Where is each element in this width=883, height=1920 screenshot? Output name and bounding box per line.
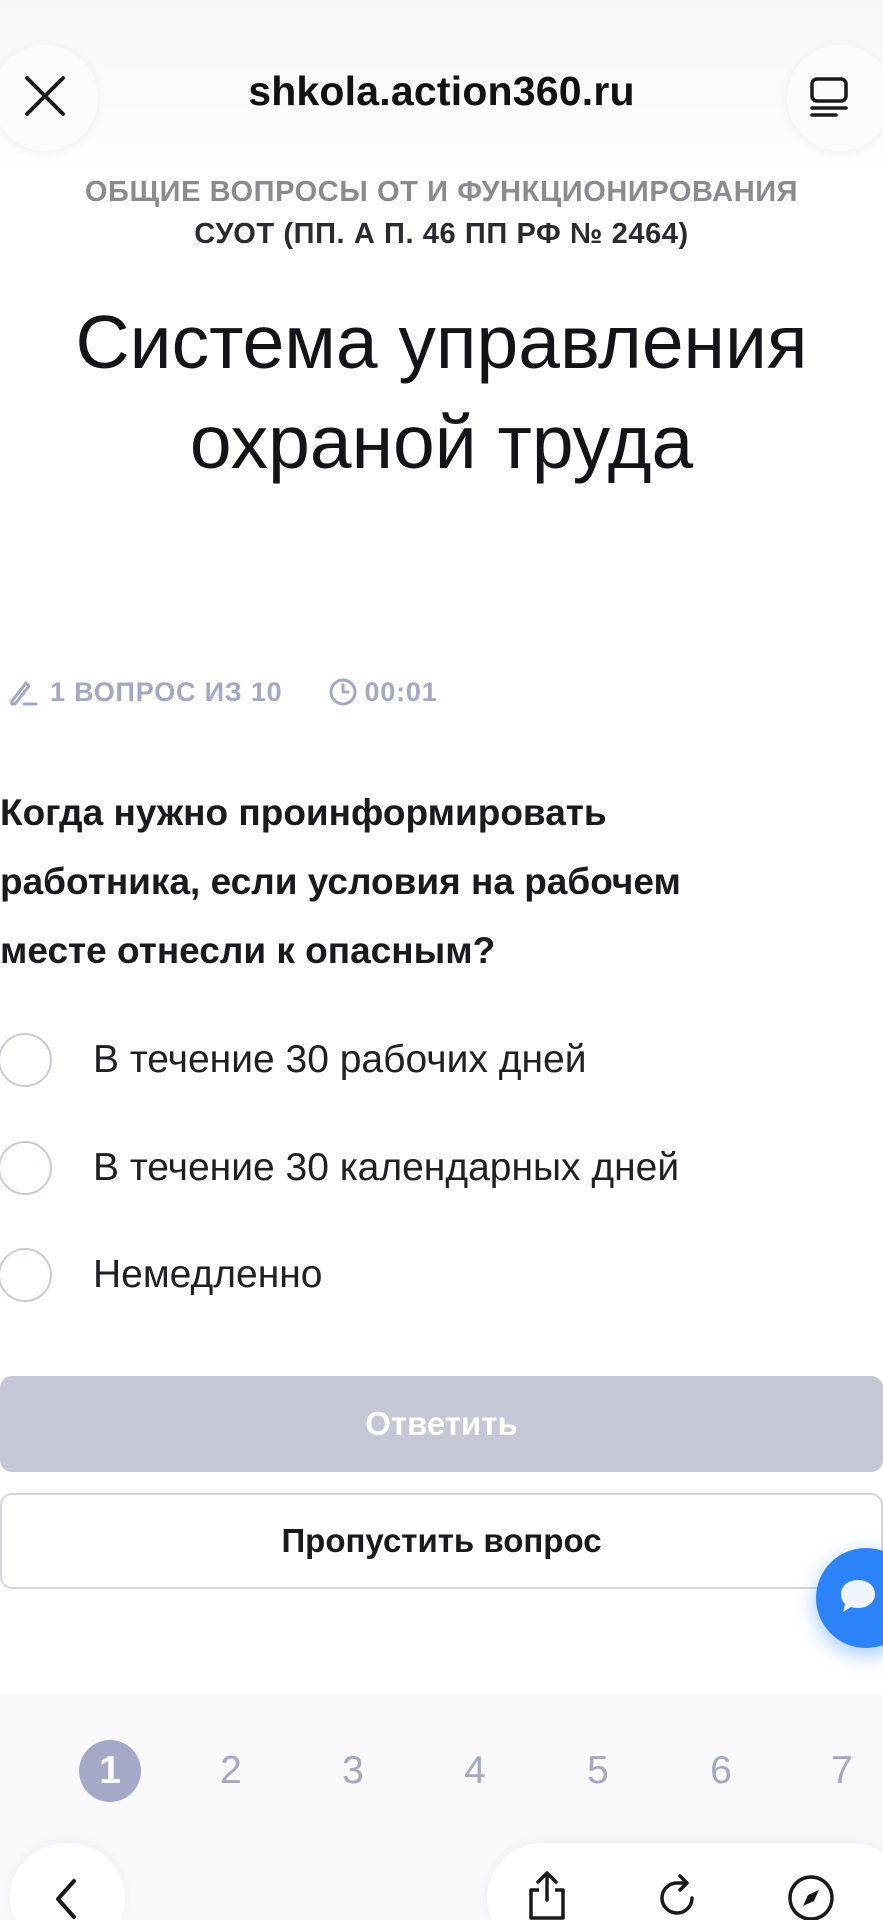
share-icon[interactable] bbox=[522, 1870, 572, 1920]
radio-button[interactable] bbox=[0, 1141, 52, 1195]
quiz-meta: 1 ВОПРОС ИЗ 10 00:01 bbox=[6, 672, 438, 712]
answer-option[interactable]: Немедленно bbox=[0, 1245, 322, 1305]
skip-question-button[interactable]: Пропустить вопрос bbox=[0, 1493, 883, 1589]
question-line-3: месте отнесли к опасным? bbox=[0, 930, 496, 971]
page-number[interactable]: 5 bbox=[567, 1740, 629, 1802]
submit-answer-button[interactable]: Ответить bbox=[0, 1376, 883, 1472]
question-line-1: Когда нужно проинформировать bbox=[0, 792, 607, 833]
page-number-current[interactable]: 1 bbox=[79, 1740, 141, 1802]
tabs-button[interactable] bbox=[787, 45, 883, 151]
page-number[interactable]: 4 bbox=[444, 1740, 506, 1802]
question-progress: 1 ВОПРОС ИЗ 10 bbox=[6, 675, 282, 709]
question-line-2: работника, если условия на рабочем bbox=[0, 861, 681, 902]
answer-option[interactable]: В течение 30 календарных дней bbox=[0, 1138, 679, 1198]
pencil-icon bbox=[6, 675, 40, 709]
page-number[interactable]: 6 bbox=[690, 1740, 752, 1802]
course-subtitle-line-2: СУОТ (ПП. А П. 46 ПП РФ № 2464) bbox=[194, 218, 689, 250]
answer-label[interactable]: В течение 30 календарных дней bbox=[93, 1146, 679, 1190]
page-title-line-1: Система управления bbox=[75, 300, 808, 384]
reload-icon[interactable] bbox=[653, 1872, 703, 1920]
answer-label[interactable]: В течение 30 рабочих дней bbox=[93, 1038, 587, 1082]
page-number[interactable]: 7 bbox=[811, 1740, 873, 1802]
timer-text: 00:01 bbox=[364, 676, 438, 707]
address-bar-url[interactable]: shkola.action360.ru bbox=[0, 68, 883, 115]
radio-button[interactable] bbox=[0, 1033, 52, 1087]
page-number[interactable]: 3 bbox=[322, 1740, 384, 1802]
answer-option[interactable]: В течение 30 рабочих дней bbox=[0, 1030, 587, 1090]
tabs-icon bbox=[808, 73, 850, 124]
compass-icon[interactable] bbox=[786, 1875, 836, 1920]
page-number[interactable]: 2 bbox=[200, 1740, 262, 1802]
question-text: Когда нужно проинформировать работника, … bbox=[0, 778, 830, 985]
timer: 00:01 bbox=[326, 675, 437, 709]
clock-icon bbox=[326, 675, 360, 709]
question-progress-text: 1 ВОПРОС ИЗ 10 bbox=[50, 676, 283, 707]
answer-label[interactable]: Немедленно bbox=[93, 1253, 322, 1297]
chat-bubble-icon bbox=[838, 1577, 878, 1620]
course-subtitle-line-1: ОБЩИЕ ВОПРОСЫ ОТ И ФУНКЦИОНИРОВАНИЯ bbox=[84, 176, 799, 208]
page-title-line-2: охраной труда bbox=[189, 400, 694, 484]
radio-button[interactable] bbox=[0, 1248, 52, 1302]
back-icon bbox=[46, 1878, 86, 1920]
page-title: Система управления охраной труда bbox=[0, 292, 883, 492]
